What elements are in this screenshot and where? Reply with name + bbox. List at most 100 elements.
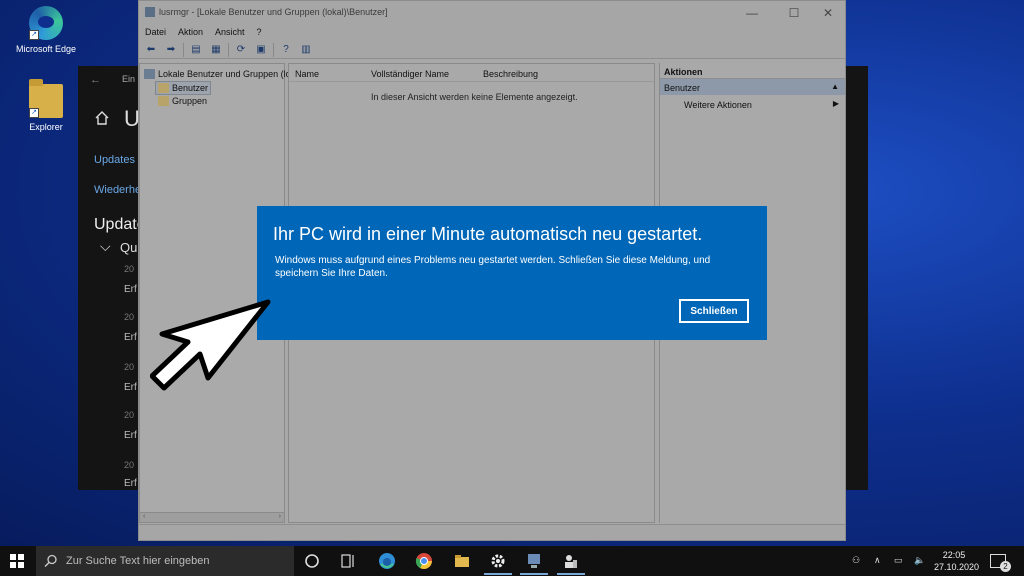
tree-root-label: Lokale Benutzer und Gruppen (lo	[158, 69, 291, 79]
menu-datei[interactable]: Datei	[145, 25, 172, 41]
actions-group-label: Benutzer	[664, 83, 701, 93]
settings-link-restore[interactable]: Wiederhe	[94, 184, 141, 196]
update-status: Erf	[124, 478, 137, 489]
active-app-indicator	[557, 573, 585, 575]
update-date: 20	[124, 312, 135, 322]
menu-aktion[interactable]: Aktion	[178, 25, 209, 41]
taskbar: Zur Suche Text hier eingeben ⚇ ∧ ▭ 🔈 22:…	[0, 546, 1024, 576]
export-list-icon[interactable]: ▣	[253, 43, 269, 57]
taskbar-clock[interactable]: 22:05 27.10.2020	[934, 549, 980, 573]
update-date: 20	[124, 362, 135, 372]
actions-header: Aktionen	[660, 63, 845, 79]
update-status: Erf	[124, 382, 137, 393]
lusrmgr-app-icon	[145, 7, 155, 17]
window-titlebar[interactable]: lusrmgr - [Lokale Benutzer und Gruppen (…	[139, 1, 845, 25]
taskbar-search-box[interactable]: Zur Suche Text hier eingeben	[36, 546, 294, 576]
home-icon[interactable]	[94, 110, 110, 126]
windows-start-icon[interactable]	[10, 554, 24, 568]
cortana-icon[interactable]	[303, 552, 321, 570]
folder-icon	[158, 96, 169, 106]
scroll-left-icon[interactable]: ‹	[143, 513, 145, 520]
update-date: 20	[124, 410, 135, 420]
tree-item-label: Gruppen	[172, 96, 208, 106]
properties-icon[interactable]: ▥	[298, 43, 314, 57]
clock-date: 27.10.2020	[934, 562, 980, 572]
scroll-right-icon[interactable]: ›	[279, 513, 281, 520]
up-folder-icon[interactable]: ▤	[188, 43, 204, 57]
collapse-up-icon[interactable]: ▲	[831, 82, 839, 91]
edge-icon[interactable]	[378, 552, 396, 570]
desktop-icon-explorer[interactable]: ↗ Explorer	[6, 79, 86, 132]
action-weitere-aktionen[interactable]: Weitere Aktionen ▶	[660, 95, 845, 113]
active-app-indicator	[484, 573, 512, 575]
users-groups-icon	[144, 69, 155, 79]
edge-icon: ↗	[29, 6, 63, 40]
tree-item-label: Benutzer	[172, 83, 209, 93]
chevron-down-icon[interactable]: ⌵	[100, 238, 111, 255]
restart-dialog: Ihr PC wird in einer Minute automatisch …	[257, 206, 767, 340]
chrome-icon[interactable]	[415, 552, 433, 570]
back-arrow-icon[interactable]: ←	[90, 74, 101, 86]
folder-icon: ↗	[29, 79, 63, 118]
toolbar-separator	[183, 42, 184, 57]
action-label: Weitere Aktionen	[684, 100, 752, 110]
file-explorer-icon[interactable]	[453, 552, 471, 570]
settings-group-label[interactable]: Qu	[120, 240, 137, 255]
empty-list-message: In dieser Ansicht werden keine Elemente …	[371, 92, 578, 102]
update-status: Erf	[124, 430, 137, 441]
update-date: 20	[124, 264, 135, 274]
toolbar-separator	[273, 42, 274, 57]
shortcut-arrow-icon: ↗	[29, 30, 39, 40]
volume-icon[interactable]: 🔈	[914, 555, 925, 566]
desktop-icon-label: Explorer	[29, 122, 63, 132]
settings-icon[interactable]	[489, 552, 507, 570]
refresh-icon[interactable]: ⟳	[233, 43, 249, 57]
action-center-icon[interactable]: 2	[990, 554, 1011, 572]
help-icon[interactable]: ?	[278, 43, 294, 57]
update-status: Erf	[124, 332, 137, 343]
tree-horizontal-scrollbar[interactable]: ‹ ›	[140, 512, 284, 522]
computer-management-icon[interactable]	[525, 552, 543, 570]
people-icon[interactable]: ⚇	[852, 555, 860, 566]
tree-item-root[interactable]: Lokale Benutzer und Gruppen (lo	[144, 69, 291, 79]
mouse-pointer-icon	[150, 299, 271, 391]
column-header-full-name[interactable]: Vollständiger Name	[371, 69, 449, 79]
network-icon[interactable]: ▭	[894, 555, 903, 566]
dialog-message: Windows muss aufgrund eines Problems neu…	[275, 255, 711, 279]
notification-count-badge: 2	[1000, 561, 1011, 572]
window-title: lusrmgr - [Lokale Benutzer und Gruppen (…	[159, 7, 388, 17]
close-button[interactable]: ✕	[813, 4, 843, 22]
settings-link-updates[interactable]: Updates	[94, 154, 135, 166]
desktop-icon-label: Microsoft Edge	[15, 44, 77, 54]
maximize-button[interactable]: ☐	[779, 4, 809, 22]
actions-group-benutzer[interactable]: Benutzer ▲	[660, 79, 845, 95]
update-status: Erf	[124, 284, 137, 295]
menu-ansicht[interactable]: Ansicht	[215, 25, 251, 41]
tree-item-benutzer[interactable]: Benutzer	[154, 81, 212, 95]
submenu-arrow-icon: ▶	[832, 99, 839, 108]
desktop-icon-edge[interactable]: ↗ Microsoft Edge	[6, 6, 86, 54]
forward-icon[interactable]: ➡	[163, 43, 179, 57]
dialog-title: Ihr PC wird in einer Minute automatisch …	[273, 224, 703, 244]
task-view-icon[interactable]	[339, 552, 357, 570]
toolbar: ⬅ ➡ ▤ ▦ ⟳ ▣ ? ▥	[139, 41, 845, 59]
back-icon[interactable]: ⬅	[143, 43, 159, 57]
column-header-description[interactable]: Beschreibung	[483, 69, 538, 79]
menu-bar: Datei Aktion Ansicht ?	[139, 25, 845, 41]
show-tree-icon[interactable]: ▦	[208, 43, 224, 57]
close-dialog-button[interactable]: Schließen	[679, 299, 749, 323]
status-bar	[139, 524, 845, 540]
tray-chevron-up-icon[interactable]: ∧	[874, 555, 881, 566]
minimize-button[interactable]: —	[737, 4, 767, 22]
settings-nav-title: Ein	[122, 74, 136, 84]
menu-help[interactable]: ?	[257, 25, 268, 41]
local-users-icon[interactable]	[562, 552, 580, 570]
tree-item-gruppen[interactable]: Gruppen	[158, 96, 207, 106]
toolbar-separator	[228, 42, 229, 57]
search-icon	[44, 554, 57, 567]
folder-icon	[158, 83, 169, 93]
clock-time: 22:05	[942, 550, 966, 560]
column-header-name[interactable]: Name	[295, 69, 319, 79]
list-header: Name Vollständiger Name Beschreibung	[289, 64, 654, 82]
shortcut-arrow-icon: ↗	[29, 108, 39, 118]
